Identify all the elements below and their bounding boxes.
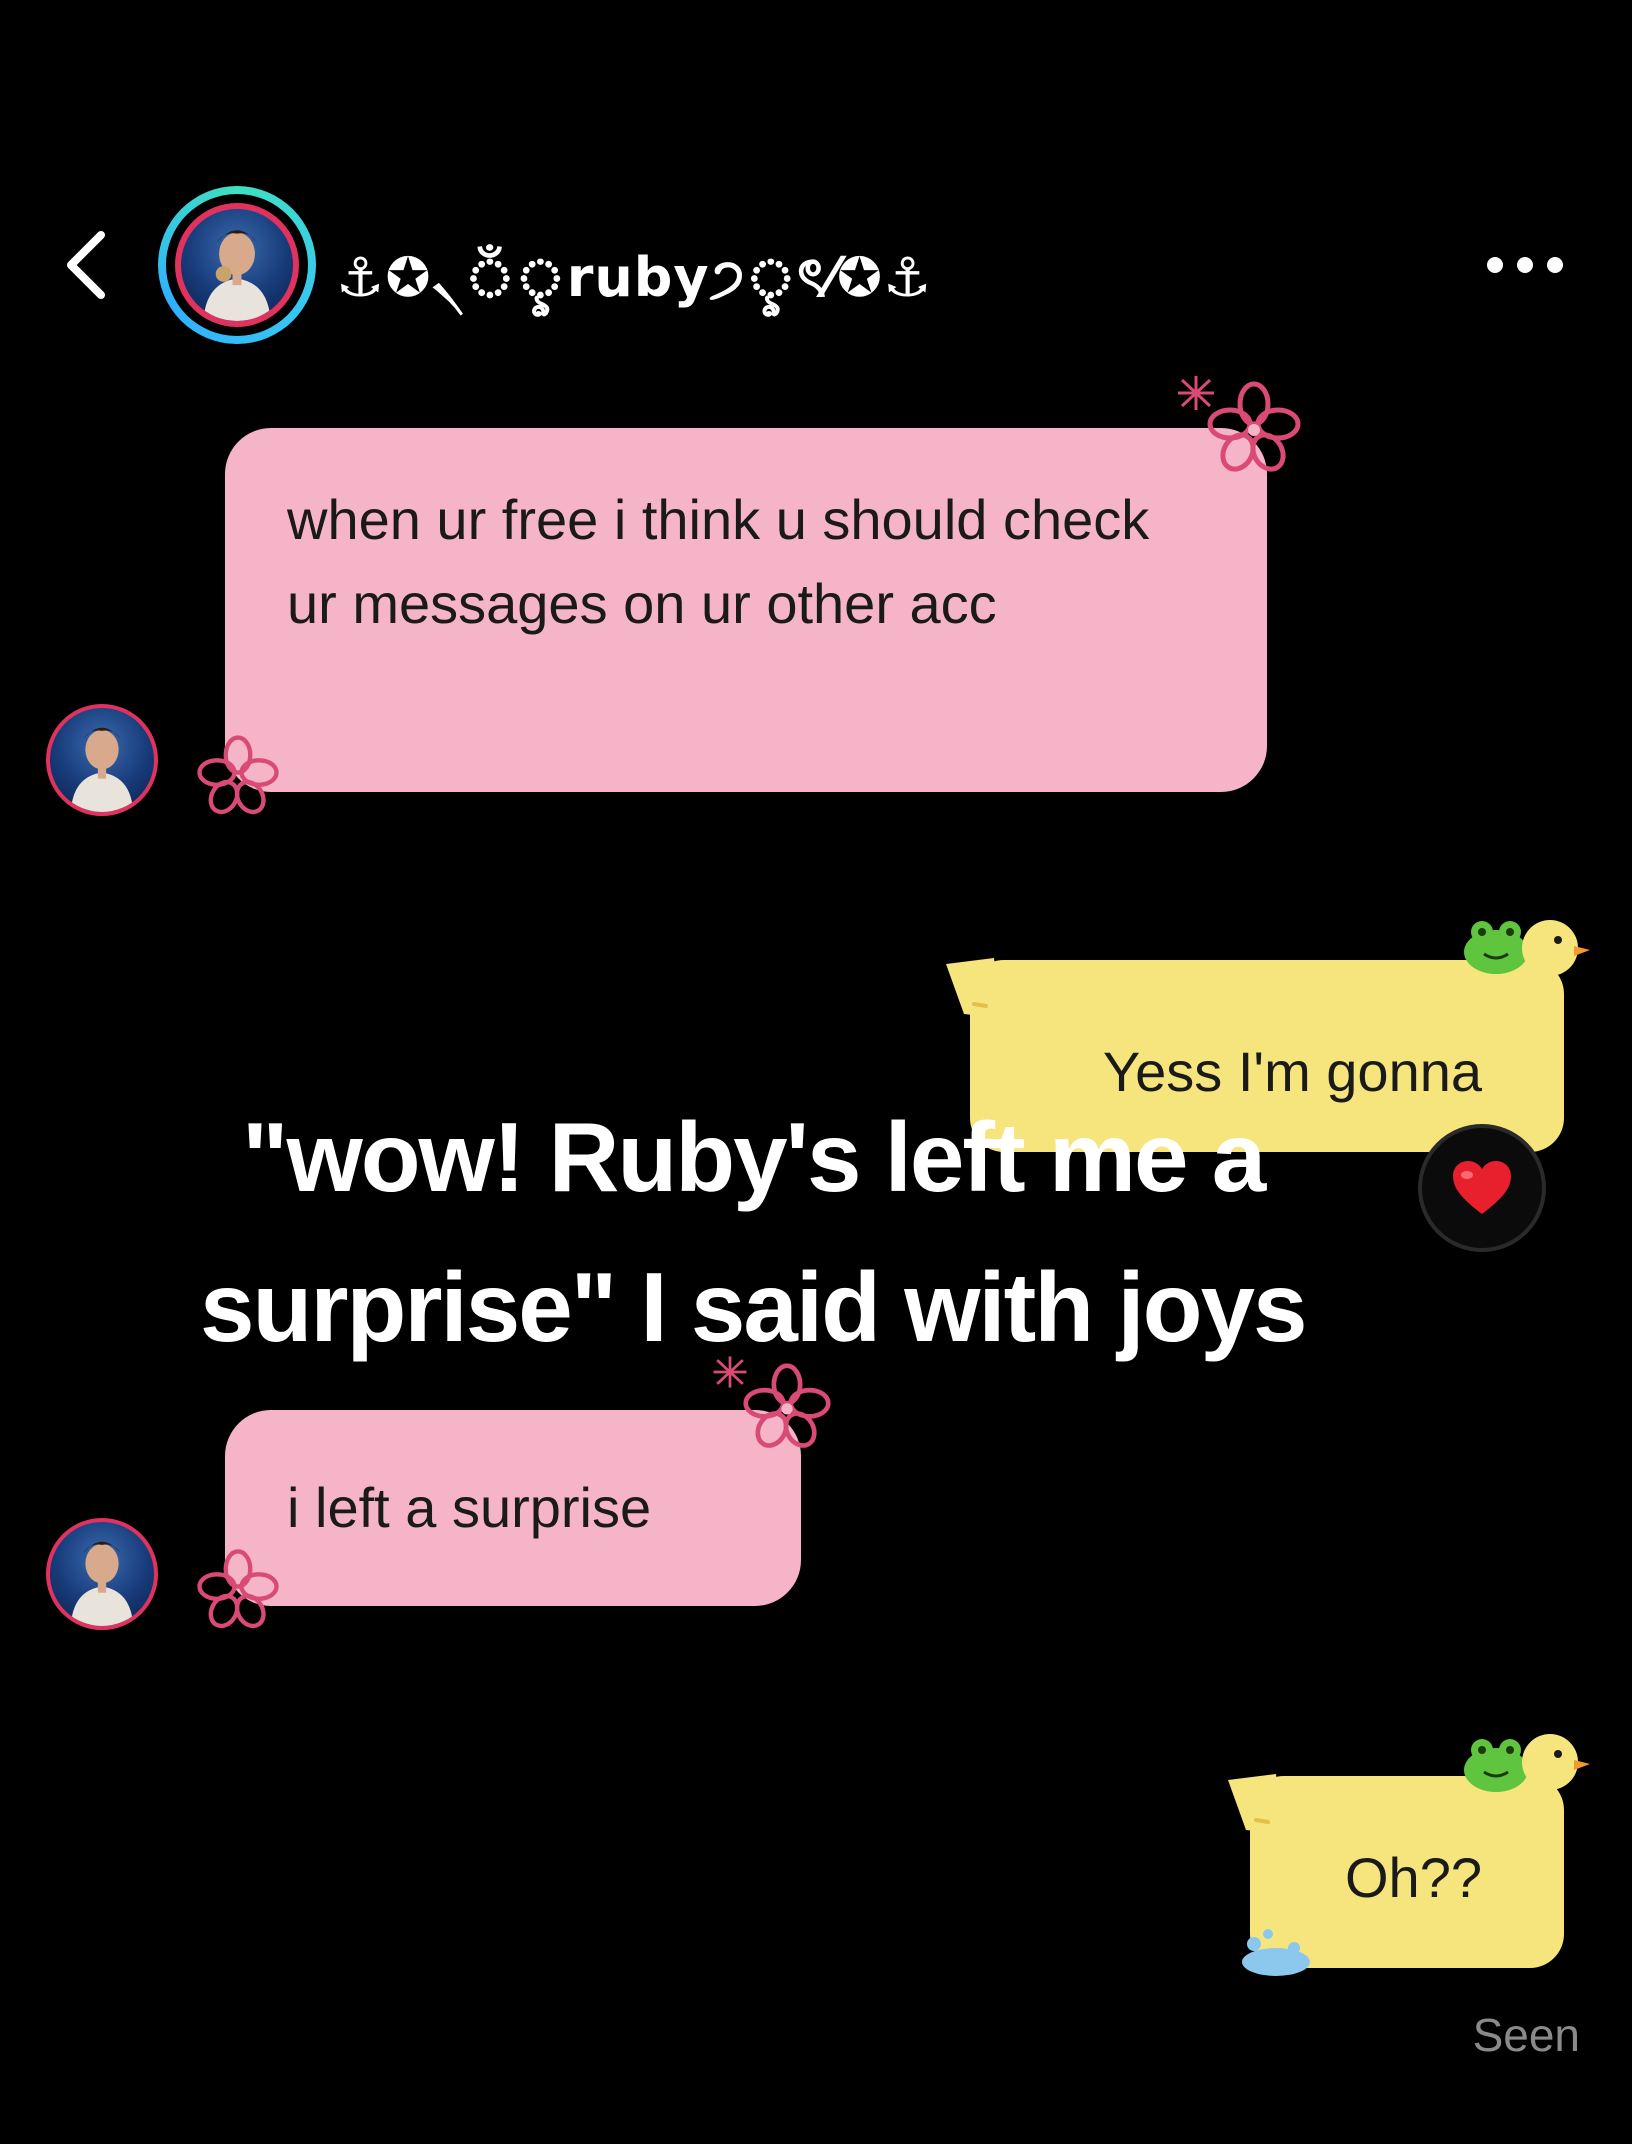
duck-tail-icon	[1228, 1774, 1288, 1843]
duck-head-icon	[1518, 1726, 1590, 1811]
sender-avatar[interactable]	[46, 1518, 158, 1630]
duck-head-icon	[1518, 912, 1590, 997]
message-text: when ur free i think u should check ur m…	[287, 488, 1150, 635]
message-text: i left a surprise	[287, 1476, 652, 1539]
water-splash-icon	[1238, 1926, 1314, 1983]
flower-icon	[1206, 380, 1302, 481]
flower-icon	[196, 1548, 280, 1637]
duck-tail-icon	[946, 958, 1006, 1027]
back-button[interactable]	[50, 220, 120, 310]
video-caption: "wow! Ruby's left me a surprise" I said …	[100, 1082, 1580, 1382]
chevron-left-icon	[67, 231, 105, 299]
chat-username[interactable]: ⚓✪৲ঁৢruby੭ৢৎ⁄✪⚓	[336, 236, 933, 326]
message-text: Oh??	[1345, 1845, 1482, 1909]
sender-avatar[interactable]	[46, 704, 158, 816]
message-bubble-incoming[interactable]: when ur free i think u should check ur m…	[225, 428, 1267, 792]
more-horizontal-icon	[1487, 257, 1563, 273]
caption-line-1: "wow! Ruby's left me a	[242, 1102, 1266, 1212]
flower-icon	[196, 734, 280, 823]
avatar-photo	[175, 203, 299, 327]
caption-line-2: surprise" I said with joys	[200, 1252, 1307, 1362]
more-options-button[interactable]	[1480, 240, 1570, 290]
seen-status: Seen	[1472, 2009, 1580, 2061]
message-bubble-incoming[interactable]: i left a surprise	[225, 1410, 801, 1606]
profile-avatar[interactable]	[158, 186, 316, 344]
